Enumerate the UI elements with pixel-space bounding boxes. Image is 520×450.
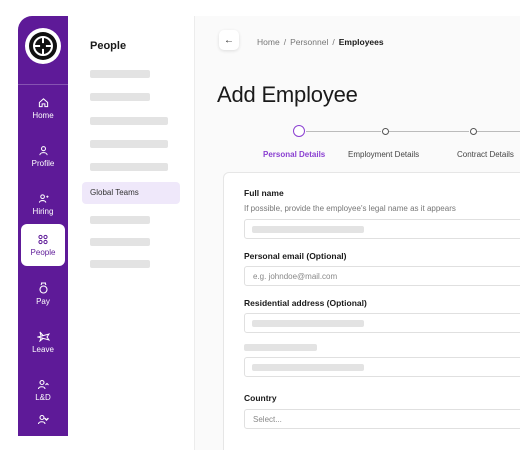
- sidebar-item-placeholder[interactable]: [90, 238, 150, 246]
- sidebar-item-global-teams[interactable]: Global Teams: [82, 182, 180, 204]
- step-connector: [477, 131, 520, 132]
- arrow-left-icon: ←: [224, 34, 234, 46]
- breadcrumb-separator: /: [332, 37, 335, 47]
- nav-item-leave[interactable]: Leave: [21, 322, 65, 362]
- nav-label: Leave: [32, 344, 54, 354]
- leave-icon: [36, 331, 50, 342]
- residential-address-label: Residential address (Optional): [244, 298, 367, 308]
- sidebar-item-placeholder[interactable]: [90, 117, 168, 125]
- full-name-help: If possible, provide the employee's lega…: [244, 204, 456, 213]
- user-heart-icon: [37, 414, 49, 425]
- nav-label: Home: [32, 110, 54, 120]
- learning-icon: [37, 379, 49, 389]
- employee-form: Full name If possible, provide the emplo…: [223, 172, 520, 450]
- breadcrumb-personnel[interactable]: Personnel: [290, 37, 328, 47]
- profile-icon: [38, 145, 48, 155]
- step-indicator-active: [293, 125, 305, 137]
- nav-label: L&D: [35, 392, 51, 402]
- nav-item-home[interactable]: Home: [21, 88, 65, 128]
- nav-item-profile[interactable]: Profile: [21, 136, 65, 176]
- nav-label: Hiring: [32, 206, 54, 216]
- breadcrumb-current: Employees: [338, 37, 384, 47]
- step-indicator: [470, 128, 477, 135]
- address-line-2-label: [244, 344, 317, 351]
- step-connector: [389, 131, 469, 132]
- sidebar-item-placeholder[interactable]: [90, 140, 168, 148]
- full-name-label: Full name: [244, 188, 284, 198]
- sidebar-item-label: Global Teams: [90, 188, 139, 197]
- sidebar-item-placeholder[interactable]: [90, 93, 150, 101]
- pay-icon: [38, 282, 48, 294]
- personal-email-label: Personal email (Optional): [244, 251, 347, 261]
- nav-item-more[interactable]: [21, 414, 65, 436]
- side-panel: People Global Teams: [68, 16, 195, 450]
- rail-divider: [18, 84, 68, 85]
- nav-label: People: [30, 247, 56, 257]
- nav-label: Profile: [31, 158, 55, 168]
- sidebar-item-placeholder[interactable]: [90, 163, 168, 171]
- address-line-2-field[interactable]: [244, 357, 520, 377]
- personal-email-field[interactable]: e.g. johndoe@mail.com: [244, 266, 520, 286]
- people-icon: [38, 234, 48, 244]
- step-connector: [306, 131, 381, 132]
- step-employment-details[interactable]: Employment Details: [348, 150, 419, 159]
- back-button[interactable]: ←: [219, 30, 239, 50]
- side-panel-title: People: [90, 40, 127, 52]
- primary-nav: Home Profile Hiring People Pay Leave L&D: [18, 16, 68, 436]
- sidebar-item-placeholder[interactable]: [90, 260, 150, 268]
- sidebar-item-placeholder[interactable]: [90, 216, 150, 224]
- field-value-placeholder: [252, 226, 364, 233]
- page-title: Add Employee: [217, 82, 358, 107]
- personal-email-placeholder: e.g. johndoe@mail.com: [253, 272, 338, 281]
- nav-item-learning[interactable]: L&D: [21, 370, 65, 410]
- nav-item-people[interactable]: People: [21, 224, 65, 266]
- country-select[interactable]: Select...: [244, 409, 520, 429]
- nav-label: Pay: [36, 297, 50, 306]
- breadcrumb-separator: /: [283, 37, 287, 47]
- field-value-placeholder: [252, 364, 364, 371]
- full-name-field[interactable]: [244, 219, 520, 239]
- app-window: Home Profile Hiring People Pay Leave L&D: [0, 0, 520, 450]
- country-placeholder: Select...: [253, 415, 282, 424]
- country-label: Country: [244, 393, 277, 403]
- address-line-1-field[interactable]: [244, 313, 520, 333]
- breadcrumb: Home / Personnel / Employees: [257, 37, 384, 47]
- home-icon: [38, 97, 48, 107]
- step-indicator: [382, 128, 389, 135]
- nav-item-pay[interactable]: Pay: [21, 274, 65, 314]
- step-contract-details[interactable]: Contract Details: [457, 150, 514, 159]
- stepper: Personal Details Employment Details Cont…: [195, 124, 520, 164]
- step-personal-details[interactable]: Personal Details: [263, 150, 325, 159]
- hiring-icon: [38, 193, 49, 203]
- breadcrumb-home[interactable]: Home: [257, 37, 280, 47]
- sidebar-item-placeholder[interactable]: [90, 70, 150, 78]
- main-content: ← Home / Personnel / Employees Add Employee …: [195, 16, 520, 450]
- nav-item-hiring[interactable]: Hiring: [21, 184, 65, 224]
- logo-icon[interactable]: [25, 28, 61, 64]
- field-value-placeholder: [252, 320, 364, 327]
